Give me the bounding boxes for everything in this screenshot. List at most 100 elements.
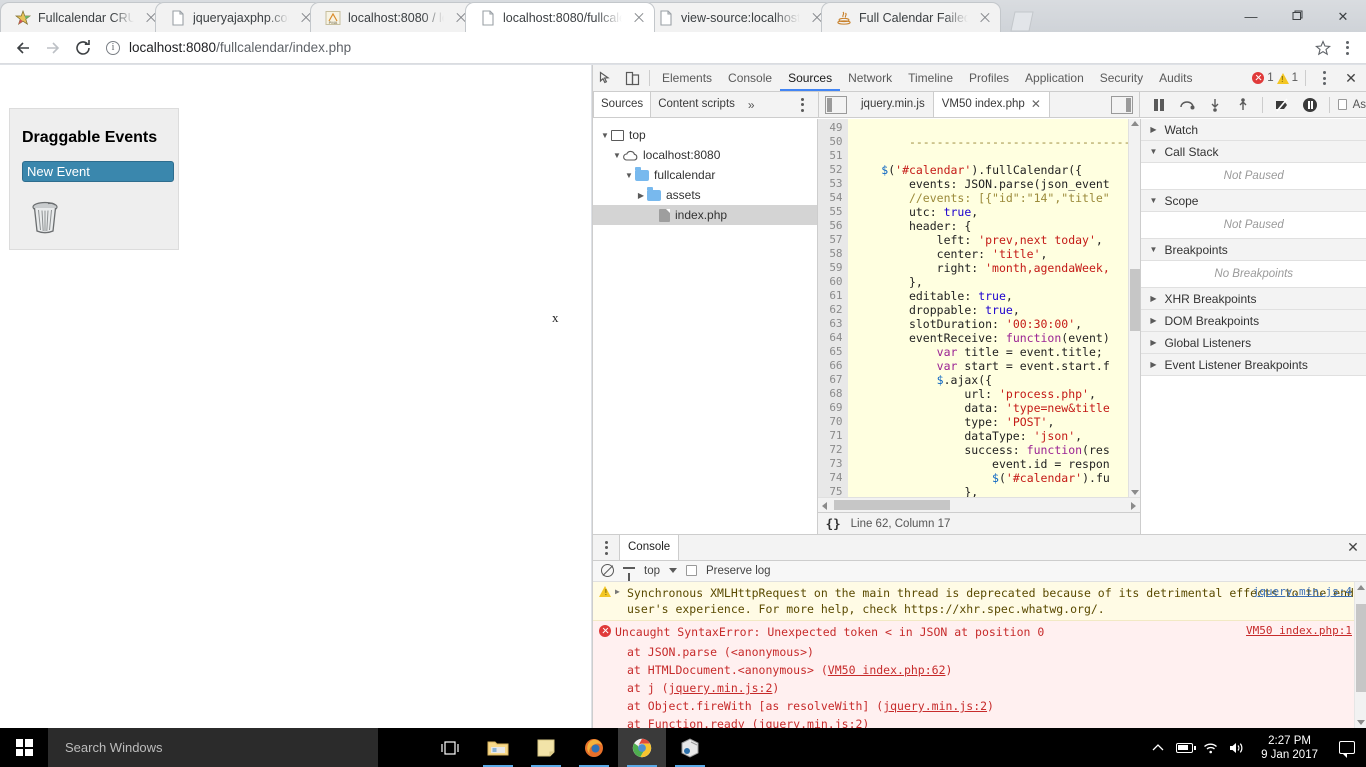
clear-console-icon[interactable] bbox=[601, 564, 614, 578]
console-vertical-scrollbar[interactable] bbox=[1354, 581, 1366, 728]
sidebar-section-scope[interactable]: ▼ Scope bbox=[1141, 190, 1366, 212]
navigator-tab-content-scripts[interactable]: Content scripts bbox=[651, 92, 742, 117]
devtools-tab-security[interactable]: Security bbox=[1092, 65, 1151, 91]
show-navigator-icon[interactable] bbox=[825, 95, 847, 114]
pause-script-icon[interactable] bbox=[1146, 92, 1172, 118]
chevron-down-icon[interactable]: ▼ bbox=[599, 131, 611, 140]
scroll-down-icon[interactable] bbox=[1131, 490, 1140, 495]
issue-counters[interactable]: 1 1 ✕ bbox=[1252, 65, 1366, 91]
console-message-source-link[interactable]: VM50 index.php:1 bbox=[1246, 624, 1352, 637]
sidebar-section-global-listeners[interactable]: ▶ Global Listeners bbox=[1141, 332, 1366, 354]
new-tab-button[interactable] bbox=[1009, 10, 1035, 32]
tree-item-fullcalendar[interactable]: ▼ fullcalendar bbox=[593, 165, 817, 185]
devtools-tab-elements[interactable]: Elements bbox=[654, 65, 720, 91]
browser-menu-button[interactable] bbox=[1336, 35, 1358, 61]
sidebar-section-xhr-breakpoints[interactable]: ▶ XHR Breakpoints bbox=[1141, 288, 1366, 310]
async-checkbox[interactable] bbox=[1338, 99, 1347, 110]
editor-tab-jquery-min-js[interactable]: jquery.min.js bbox=[853, 92, 933, 117]
forward-button[interactable] bbox=[38, 33, 68, 63]
chevron-down-icon[interactable]: ▼ bbox=[623, 171, 635, 180]
editor-vertical-scrollbar[interactable] bbox=[1128, 119, 1141, 497]
preserve-log-checkbox[interactable] bbox=[686, 565, 697, 577]
console-message-error[interactable]: Uncaught SyntaxError: Unexpected token <… bbox=[593, 620, 1366, 643]
devtools-tab-network[interactable]: Network bbox=[840, 65, 900, 91]
chevron-down-icon[interactable]: ▼ bbox=[1148, 245, 1158, 254]
address-bar[interactable]: i localhost:8080/fullcalendar/index.php bbox=[106, 36, 1302, 60]
scroll-up-icon[interactable] bbox=[1131, 121, 1140, 126]
scrollbar-thumb[interactable] bbox=[1130, 269, 1141, 331]
devtools-tab-application[interactable]: Application bbox=[1017, 65, 1092, 91]
browser-tab-6[interactable]: Full Calendar Failed to L bbox=[821, 2, 1001, 32]
editor-scroll-area[interactable]: 49 50 51 52 53 54 55 56 57 58 59 60 61 6… bbox=[817, 119, 1141, 497]
scroll-left-icon[interactable] bbox=[821, 502, 827, 510]
tab-close-icon[interactable] bbox=[630, 9, 648, 27]
trash-icon[interactable] bbox=[26, 196, 64, 236]
browser-tab-3[interactable]: PMA localhost:8080 / localho bbox=[310, 2, 477, 32]
scroll-right-icon[interactable] bbox=[1131, 502, 1137, 510]
chevron-right-icon[interactable]: ▶ bbox=[1148, 316, 1158, 325]
start-button[interactable] bbox=[0, 728, 48, 767]
step-over-icon[interactable] bbox=[1174, 92, 1200, 118]
stack-frame-link[interactable]: jquery.min.js:2 bbox=[669, 681, 773, 695]
navigator-overflow-icon[interactable]: » bbox=[742, 98, 761, 112]
inspect-element-icon[interactable] bbox=[593, 65, 619, 91]
show-hidden-icons-button[interactable] bbox=[1145, 728, 1171, 767]
tree-item-index-php[interactable]: index.php bbox=[593, 205, 817, 225]
chevron-down-icon[interactable] bbox=[669, 568, 677, 574]
devtools-tab-timeline[interactable]: Timeline bbox=[900, 65, 961, 91]
task-view-button[interactable] bbox=[426, 728, 474, 767]
device-toolbar-icon[interactable] bbox=[619, 65, 645, 91]
taskbar-search-input[interactable]: Search Windows bbox=[48, 728, 378, 767]
tree-item-top[interactable]: ▼ top bbox=[593, 125, 817, 145]
action-center-button[interactable] bbox=[1330, 728, 1364, 767]
wifi-icon[interactable] bbox=[1197, 728, 1223, 767]
drawer-close-button[interactable]: ✕ bbox=[1340, 535, 1366, 561]
reload-button[interactable] bbox=[68, 33, 98, 63]
pause-on-exceptions-icon[interactable] bbox=[1297, 92, 1323, 118]
editor-horizontal-scrollbar[interactable] bbox=[817, 497, 1141, 512]
stack-frame-link[interactable]: jquery.min.js:2 bbox=[759, 717, 863, 728]
sidebar-section-breakpoints[interactable]: ▼ Breakpoints bbox=[1141, 239, 1366, 261]
source-code-text[interactable]: -------------------------------- $('#cal… bbox=[848, 119, 1128, 497]
step-out-icon[interactable] bbox=[1230, 92, 1256, 118]
devtools-close-button[interactable]: ✕ bbox=[1338, 65, 1364, 91]
page-info-icon[interactable]: i bbox=[106, 40, 120, 55]
battery-icon[interactable] bbox=[1171, 728, 1197, 767]
editor-tab-vm50-index-php[interactable]: VM50 index.php ✕ bbox=[932, 92, 1050, 117]
devtools-menu-button[interactable] bbox=[1313, 65, 1335, 91]
scrollbar-thumb[interactable] bbox=[1356, 603, 1366, 692]
devtools-tab-sources[interactable]: Sources bbox=[780, 65, 840, 91]
sidebar-section-watch[interactable]: ▶ Watch bbox=[1141, 119, 1366, 141]
sources-file-tree[interactable]: ▼ top ▼ localhost:8080 ▼ fullcalendar ▶ … bbox=[593, 119, 818, 534]
tab-close-icon[interactable] bbox=[976, 9, 994, 27]
navigator-menu-button[interactable] bbox=[792, 97, 812, 112]
stack-frame-link[interactable]: jquery.min.js:2 bbox=[883, 699, 987, 713]
stack-frame-link[interactable]: VM50 index.php:62 bbox=[828, 663, 946, 677]
console-context-label[interactable]: top bbox=[644, 565, 660, 577]
navigator-tab-sources[interactable]: Sources bbox=[593, 92, 652, 117]
sidebar-section-dom-breakpoints[interactable]: ▶ DOM Breakpoints bbox=[1141, 310, 1366, 332]
browser-tab-1[interactable]: Fullcalendar CRUD with bbox=[0, 2, 167, 32]
tree-item-localhost[interactable]: ▼ localhost:8080 bbox=[593, 145, 817, 165]
sidebar-section-call-stack[interactable]: ▼ Call Stack bbox=[1141, 141, 1366, 163]
chevron-right-icon[interactable]: ▶ bbox=[1148, 294, 1158, 303]
browser-tab-2[interactable]: jqueryajaxphp.com bbox=[155, 2, 322, 32]
deactivate-breakpoints-icon[interactable] bbox=[1269, 92, 1295, 118]
sidebar-section-event-listener-breakpoints[interactable]: ▶ Event Listener Breakpoints bbox=[1141, 354, 1366, 376]
chevron-down-icon[interactable]: ▼ bbox=[1148, 147, 1158, 156]
taskbar-clock[interactable]: 2:27 PM 9 Jan 2017 bbox=[1249, 734, 1330, 762]
console-message-list[interactable]: ▶ Synchronous XMLHttpRequest on the main… bbox=[593, 581, 1366, 728]
taskbar-chrome-button[interactable] bbox=[618, 728, 666, 767]
back-button[interactable] bbox=[8, 33, 38, 63]
editor-tab-close-icon[interactable]: ✕ bbox=[1031, 92, 1041, 117]
scroll-down-icon[interactable] bbox=[1355, 716, 1366, 728]
step-into-icon[interactable] bbox=[1202, 92, 1228, 118]
chevron-down-icon[interactable]: ▼ bbox=[1148, 196, 1158, 205]
chevron-right-icon[interactable]: ▶ bbox=[635, 191, 647, 200]
browser-tab-4[interactable]: localhost:8080/fullcalen bbox=[465, 2, 655, 32]
devtools-tab-console[interactable]: Console bbox=[720, 65, 780, 91]
taskbar-xampp-button[interactable] bbox=[666, 728, 714, 767]
console-message-source-link[interactable]: jquery.min.js:4 bbox=[1253, 585, 1352, 598]
maximize-button[interactable] bbox=[1274, 0, 1320, 32]
console-message-warning[interactable]: ▶ Synchronous XMLHttpRequest on the main… bbox=[593, 581, 1366, 621]
